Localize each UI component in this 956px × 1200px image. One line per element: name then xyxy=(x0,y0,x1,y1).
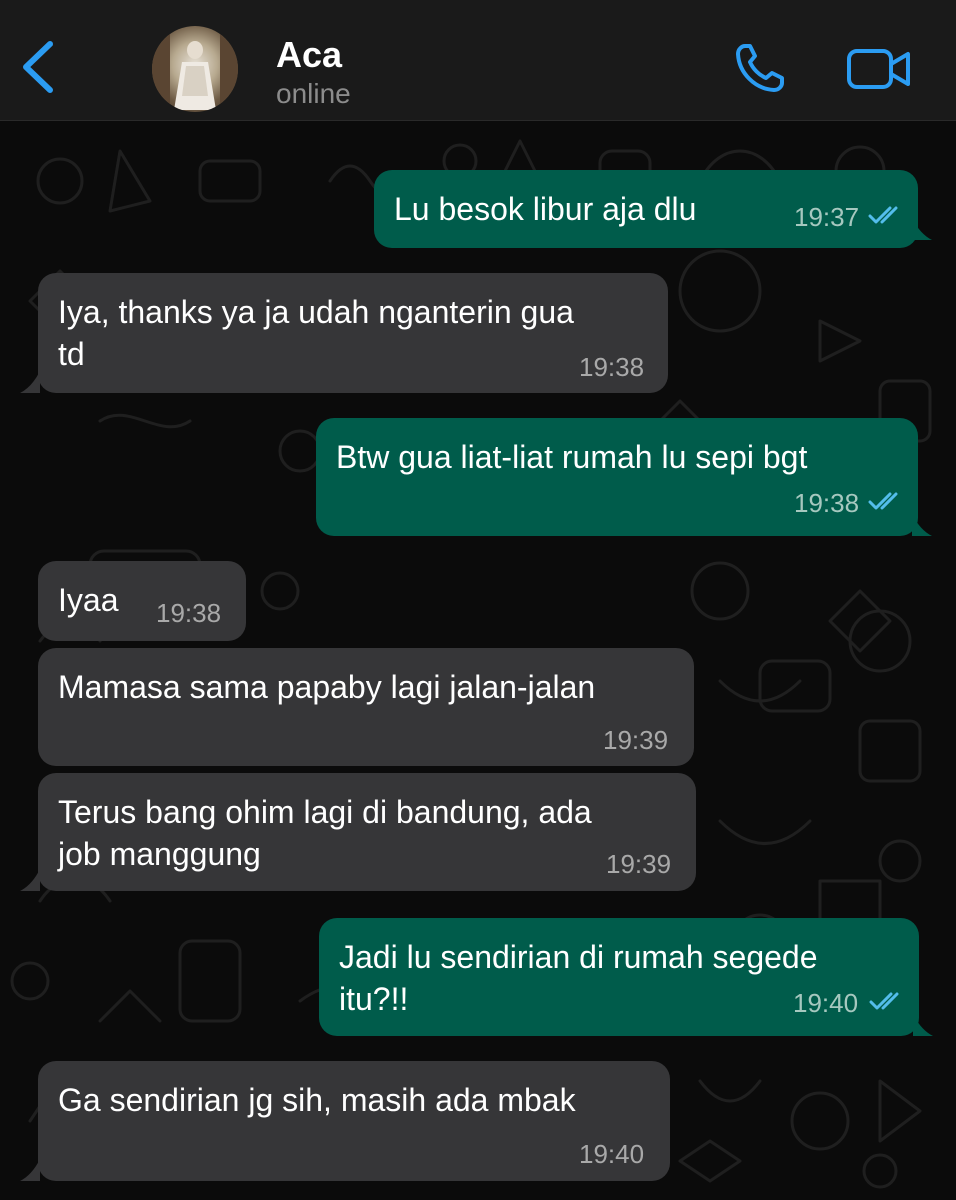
message-time: 19:38 xyxy=(794,488,860,518)
message-bubble-incoming[interactable]: Terus bang ohim lagi di bandung, ada job… xyxy=(38,773,696,891)
message-bubble-incoming[interactable]: Iya, thanks ya ja udah nganterin gua td … xyxy=(38,273,668,393)
message-time: 19:38 xyxy=(156,598,222,628)
message-time: 19:40 xyxy=(579,1139,645,1169)
contact-status: online xyxy=(276,78,351,109)
phone-icon xyxy=(736,44,784,92)
bubble-tail xyxy=(20,869,40,891)
message-bubble-outgoing[interactable]: Jadi lu sendirian di rumah segede itu?!!… xyxy=(319,918,919,1036)
avatar-photo xyxy=(152,26,238,112)
message-bubble-incoming[interactable]: Mamasa sama papaby lagi jalan-jalan 19:3… xyxy=(38,648,694,766)
message-bubble-incoming[interactable]: Ga sendirian jg sih, masih ada mbak 19:4… xyxy=(38,1061,670,1181)
bubble-tail xyxy=(912,514,932,536)
message-text: Ga sendirian jg sih, masih ada mbak xyxy=(58,1082,576,1118)
bubble-tail xyxy=(912,218,932,240)
video-call-button[interactable] xyxy=(846,46,912,92)
message-text: Jadi lu sendirian di rumah segede itu?!! xyxy=(339,939,818,1017)
video-camera-icon xyxy=(847,49,910,89)
message-time: 19:40 xyxy=(793,988,859,1018)
message-time: 19:39 xyxy=(606,849,672,879)
message-text: Iyaa xyxy=(58,582,119,618)
chevron-left-icon xyxy=(23,41,53,93)
double-check-icon xyxy=(868,492,898,510)
chat-header: Aca online xyxy=(0,0,956,121)
message-text: Lu besok libur aja dlu xyxy=(394,191,697,227)
message-text: Btw gua liat-liat rumah lu sepi bgt xyxy=(336,439,808,475)
message-text: Terus bang ohim lagi di bandung, ada job… xyxy=(58,794,592,872)
message-time: 19:39 xyxy=(603,725,669,755)
message-time: 19:37 xyxy=(794,202,860,232)
voice-call-button[interactable] xyxy=(732,40,788,96)
bubble-tail xyxy=(913,1014,933,1036)
message-bubble-outgoing[interactable]: Lu besok libur aja dlu 19:37 xyxy=(374,170,918,248)
message-text: Iya, thanks ya ja udah nganterin gua td xyxy=(58,294,574,372)
message-bubble-incoming[interactable]: Iyaa 19:38 xyxy=(38,561,246,641)
message-bubble-outgoing[interactable]: Btw gua liat-liat rumah lu sepi bgt 19:3… xyxy=(316,418,918,536)
avatar[interactable] xyxy=(152,26,238,112)
double-check-icon xyxy=(869,992,899,1010)
contact-name[interactable]: Aca xyxy=(276,34,342,76)
message-text: Mamasa sama papaby lagi jalan-jalan xyxy=(58,669,596,705)
message-time: 19:38 xyxy=(579,352,645,382)
bubble-tail xyxy=(20,371,40,393)
bubble-tail xyxy=(20,1159,40,1181)
chat-area[interactable]: Lu besok libur aja dlu 19:37 Iya, thanks… xyxy=(0,121,956,1200)
double-check-icon xyxy=(868,206,898,224)
back-button[interactable] xyxy=(18,38,58,96)
